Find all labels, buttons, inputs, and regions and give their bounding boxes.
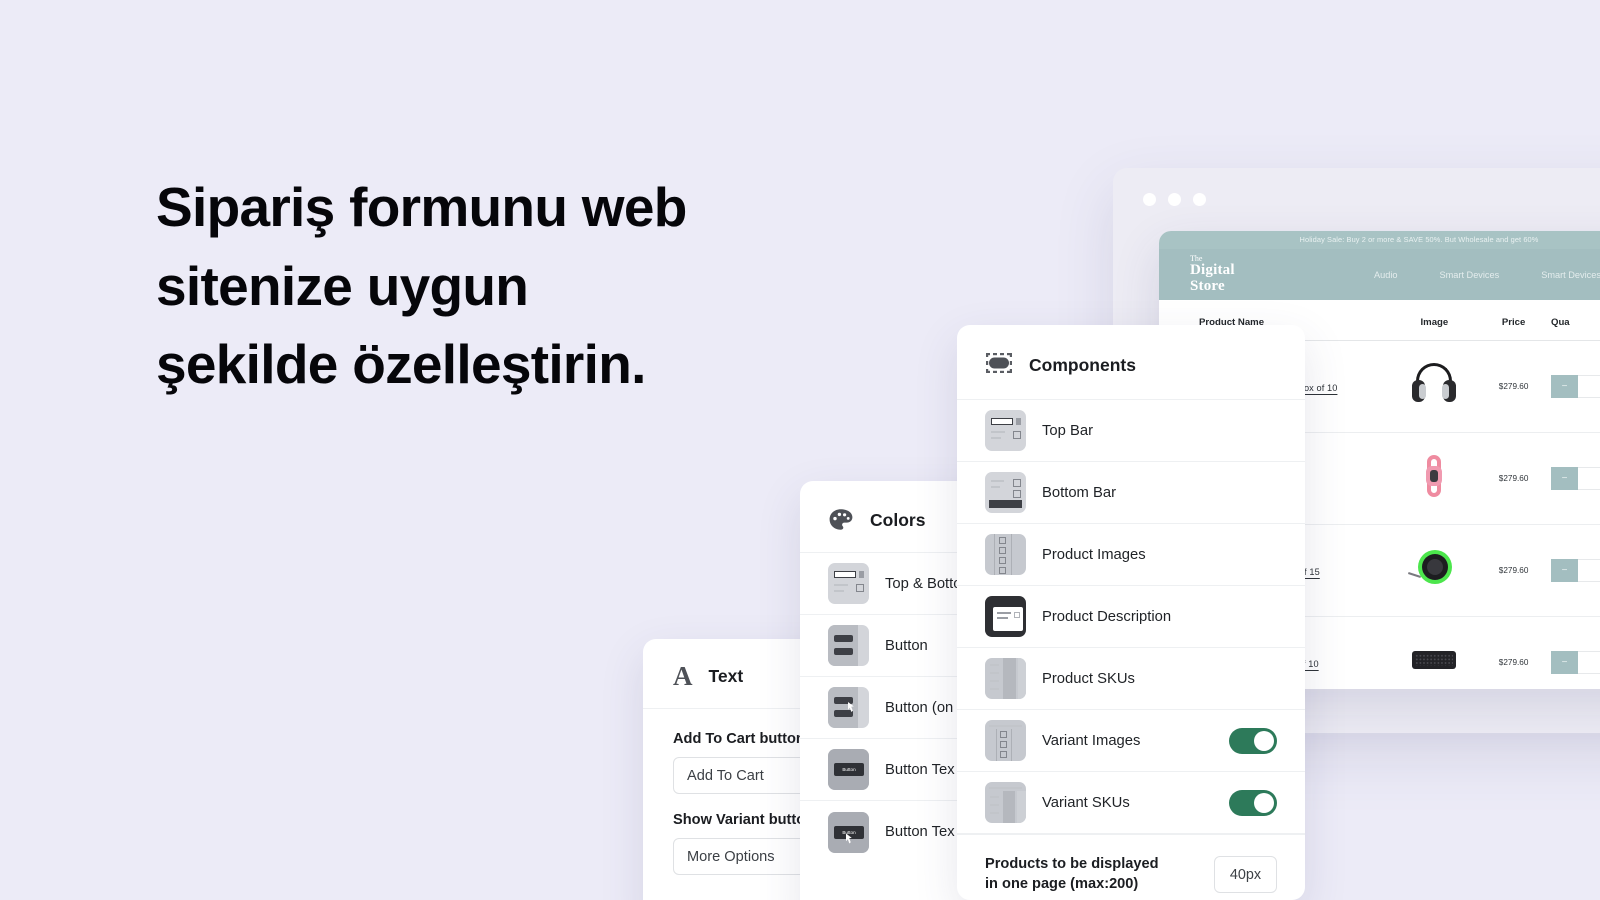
products-per-page-input[interactable]: 40px (1214, 856, 1277, 894)
component-item-label: Bottom Bar (1042, 484, 1117, 501)
color-item-label: Button Tex (885, 761, 955, 778)
button-text-thumb: Button (828, 749, 869, 790)
window-control-dot[interactable] (1168, 193, 1181, 206)
color-item-label: Button Tex (885, 824, 955, 840)
window-controls-icon[interactable] (1143, 193, 1206, 206)
color-item-label: Top & Botto (885, 575, 962, 592)
variant-images-thumb (985, 720, 1026, 761)
component-item-product-description[interactable]: Product Description (957, 586, 1305, 648)
product-description-thumb (985, 596, 1026, 637)
store-nav: Audio Smart Devices Smart Devices (1374, 249, 1600, 300)
headphones-image (1411, 363, 1457, 405)
nav-item-smart-devices-2[interactable]: Smart Devices (1541, 270, 1600, 280)
button-thumb (828, 625, 869, 666)
button-text-hover-thumb: Button (828, 811, 869, 853)
component-item-product-images[interactable]: Product Images (957, 524, 1305, 586)
portable-speaker-image (1408, 548, 1454, 588)
component-item-variant-images[interactable]: Variant Images (957, 710, 1305, 772)
variant-skus-thumb (985, 782, 1026, 823)
top-bar-thumb (985, 410, 1026, 451)
component-item-label: Top Bar (1042, 422, 1093, 439)
quantity-stepper[interactable]: − (1550, 651, 1600, 674)
products-per-page-setting: Products to be displayed in one page (ma… (957, 834, 1305, 894)
component-item-label: Variant Images (1042, 732, 1141, 749)
product-price: $279.60 (1498, 382, 1529, 391)
products-per-page-label: Products to be displayed in one page (ma… (985, 856, 1159, 892)
headline-line-2: sitenize uygun (156, 254, 529, 317)
component-item-label: Product SKUs (1042, 670, 1135, 687)
button-hover-thumb (828, 687, 869, 728)
colors-card-title: Colors (870, 509, 926, 530)
color-item-label: Button (885, 637, 928, 654)
product-price: $279.60 (1498, 474, 1529, 483)
component-item-product-skus[interactable]: Product SKUs (957, 648, 1305, 710)
smart-band-image (1422, 455, 1446, 497)
text-a-icon: A (673, 661, 693, 691)
palette-icon (828, 508, 854, 532)
nav-item-smart-devices-1[interactable]: Smart Devices (1440, 270, 1500, 280)
quantity-input[interactable] (1577, 559, 1600, 582)
components-card-list: Top Bar Bottom Bar Product Images Produc… (957, 399, 1305, 894)
product-price: $279.60 (1498, 566, 1529, 575)
quantity-input[interactable] (1577, 375, 1600, 398)
quantity-input[interactable] (1577, 651, 1600, 674)
component-item-variant-skus[interactable]: Variant SKUs (957, 772, 1305, 834)
product-skus-thumb (985, 658, 1026, 699)
quantity-decrement-button[interactable]: − (1550, 651, 1578, 674)
store-logo: The Digital Store (1190, 254, 1235, 295)
variant-skus-toggle[interactable] (1229, 789, 1277, 816)
promo-banner: Holiday Sale: Buy 2 or more & SAVE 50%. … (1159, 231, 1600, 249)
quantity-decrement-button[interactable]: − (1550, 559, 1578, 582)
logo-digital: Digital (1190, 262, 1235, 279)
component-item-label: Variant SKUs (1042, 794, 1130, 811)
quantity-stepper[interactable]: − (1550, 559, 1600, 582)
column-price: Price (1476, 300, 1551, 341)
variant-images-toggle[interactable] (1229, 727, 1277, 754)
quantity-stepper[interactable]: − (1550, 467, 1600, 490)
components-settings-card: Components Top Bar Bottom Bar Product Im… (957, 325, 1305, 900)
color-item-label: Button (on (885, 699, 954, 716)
product-images-thumb (985, 534, 1026, 575)
column-image: Image (1392, 300, 1477, 341)
component-icon (985, 352, 1013, 379)
page-root: Sipariş formunu web sitenize uygun şekil… (0, 0, 1600, 900)
quantity-stepper[interactable]: − (1550, 375, 1600, 398)
components-card-header: Components (957, 325, 1305, 399)
quantity-decrement-button[interactable]: − (1550, 467, 1578, 490)
store-header: The Digital Store Audio Smart Devices Sm… (1159, 249, 1600, 300)
text-card-title: Text (708, 666, 744, 686)
components-card-title: Components (1029, 355, 1136, 375)
logo-store: Store (1190, 278, 1225, 295)
headline-line-3: şekilde özelleştirin. (156, 333, 646, 396)
headline-line-1: Sipariş formunu web (156, 176, 687, 238)
nav-item-audio[interactable]: Audio (1374, 270, 1398, 280)
component-item-bottom-bar[interactable]: Bottom Bar (957, 462, 1305, 524)
product-price: $279.60 (1498, 658, 1529, 667)
top-bottom-bar-thumb (828, 563, 869, 604)
outdoor-speaker-image (1412, 649, 1457, 671)
component-item-label: Product Description (1042, 608, 1172, 625)
quantity-input[interactable] (1577, 467, 1600, 490)
window-control-dot[interactable] (1143, 193, 1156, 206)
component-item-top-bar[interactable]: Top Bar (957, 400, 1305, 462)
component-item-label: Product Images (1042, 546, 1146, 563)
bottom-bar-thumb (985, 472, 1026, 513)
window-control-dot[interactable] (1193, 193, 1206, 206)
quantity-decrement-button[interactable]: − (1550, 375, 1578, 398)
column-quantity: Qua (1550, 300, 1600, 341)
page-headline: Sipariş formunu web sitenize uygun şekil… (156, 168, 836, 404)
